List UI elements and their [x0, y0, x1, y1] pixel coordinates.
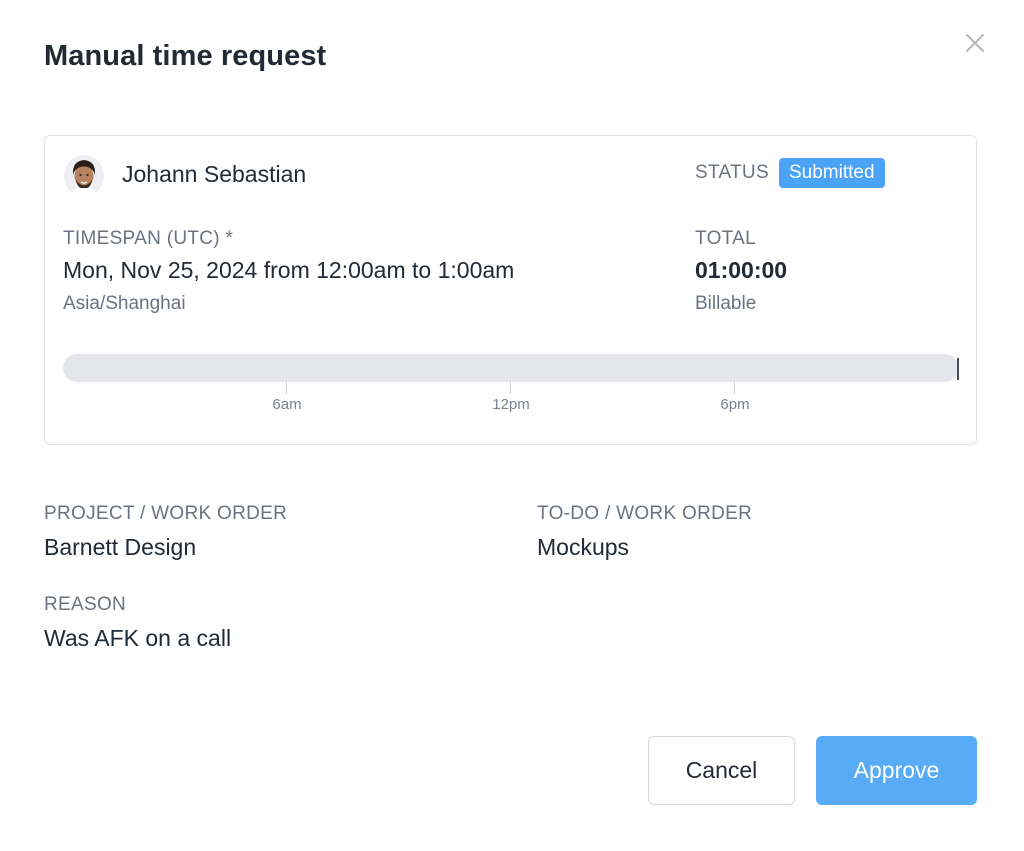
todo-label: TO-DO / WORK ORDER [537, 503, 753, 524]
timeline-tick [510, 382, 511, 394]
close-icon [966, 34, 984, 52]
timeline-tick-label: 6am [272, 396, 302, 413]
request-summary-card: Johann Sebastian STATUS Submitted TIMESP… [44, 135, 977, 445]
approve-button[interactable]: Approve [816, 736, 977, 805]
total-value: 01:00:00 [695, 257, 788, 283]
project-label: PROJECT / WORK ORDER [44, 503, 288, 524]
user-avatar [64, 155, 104, 197]
timeline-tick [286, 382, 287, 394]
reason-value: Was AFK on a call [44, 625, 232, 651]
user-name: Johann Sebastian [122, 161, 307, 187]
timeline-tick [734, 382, 735, 394]
timeline-marker [957, 358, 959, 380]
timespan-label: TIMESPAN (UTC) * [63, 228, 234, 249]
todo-value: Mockups [537, 534, 630, 560]
close-button[interactable] [958, 28, 992, 62]
timezone: Asia/Shanghai [63, 293, 186, 314]
timeline-track [63, 354, 959, 382]
dialog-title: Manual time request [44, 40, 327, 72]
billable-label: Billable [695, 293, 757, 314]
timespan-value: Mon, Nov 25, 2024 from 12:00am to 1:00am [63, 257, 515, 283]
timeline-tick-label: 6pm [720, 396, 750, 413]
reason-label: REASON [44, 594, 127, 615]
cancel-button[interactable]: Cancel [648, 736, 795, 805]
timeline-tick-label: 12pm [492, 396, 530, 413]
project-value: Barnett Design [44, 534, 197, 560]
total-label: TOTAL [695, 228, 756, 249]
status-label: STATUS [695, 162, 769, 183]
status-badge: Submitted [779, 158, 885, 188]
manual-time-request-dialog: Manual time request Johann Sebastian STA… [0, 0, 1024, 851]
